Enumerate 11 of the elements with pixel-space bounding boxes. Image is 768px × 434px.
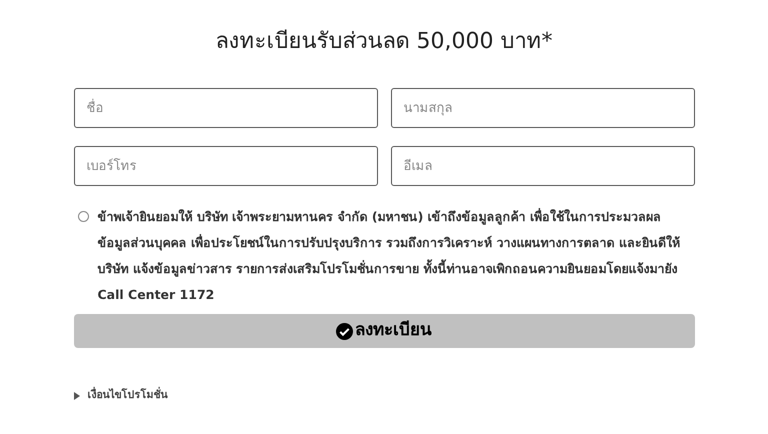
caret-icon <box>74 392 80 400</box>
consent-radio[interactable] <box>78 211 88 222</box>
input-field[interactable]: อีเมล <box>390 146 694 186</box>
promotion-conditions-toggle[interactable]: เงื่อนไขโปรโมชั่น <box>74 388 168 404</box>
input-field[interactable]: นามสกุล <box>390 88 694 128</box>
check-circle-icon <box>336 322 353 340</box>
input-field[interactable]: ชื่อ <box>74 88 378 128</box>
register-button[interactable]: ลงทะเบียน <box>74 314 694 348</box>
form-title: ลงทะเบียนรับส่วนลด 50,000 บาท* <box>216 28 552 56</box>
consent-text: ข้าพเจ้ายินยอมให้ บริษัท เจ้าพระยามหานคร จำกัด (มหาชน) เข้าถึงข้อมูลลูกค้า เพื่อใช้ในการประมวลผล ข้อมูลส่วนบุคคล เพื่อประโยชน์ในการปรับปรุงบริการ รวมถึงการวิเคราะห์ วางแผนทางการตลาด และยินดีให้ บริษัท แจ้งข้อมูลข่าวสาร รายการส่งเสริมโปรโมชั่นการขาย ทั้งนี้ท่านอาจเพิกถอนความยินยอมโดยแจ้งมายัง Call Center 1172 <box>98 207 681 304</box>
input-field[interactable]: เบอร์โทร <box>74 146 378 186</box>
